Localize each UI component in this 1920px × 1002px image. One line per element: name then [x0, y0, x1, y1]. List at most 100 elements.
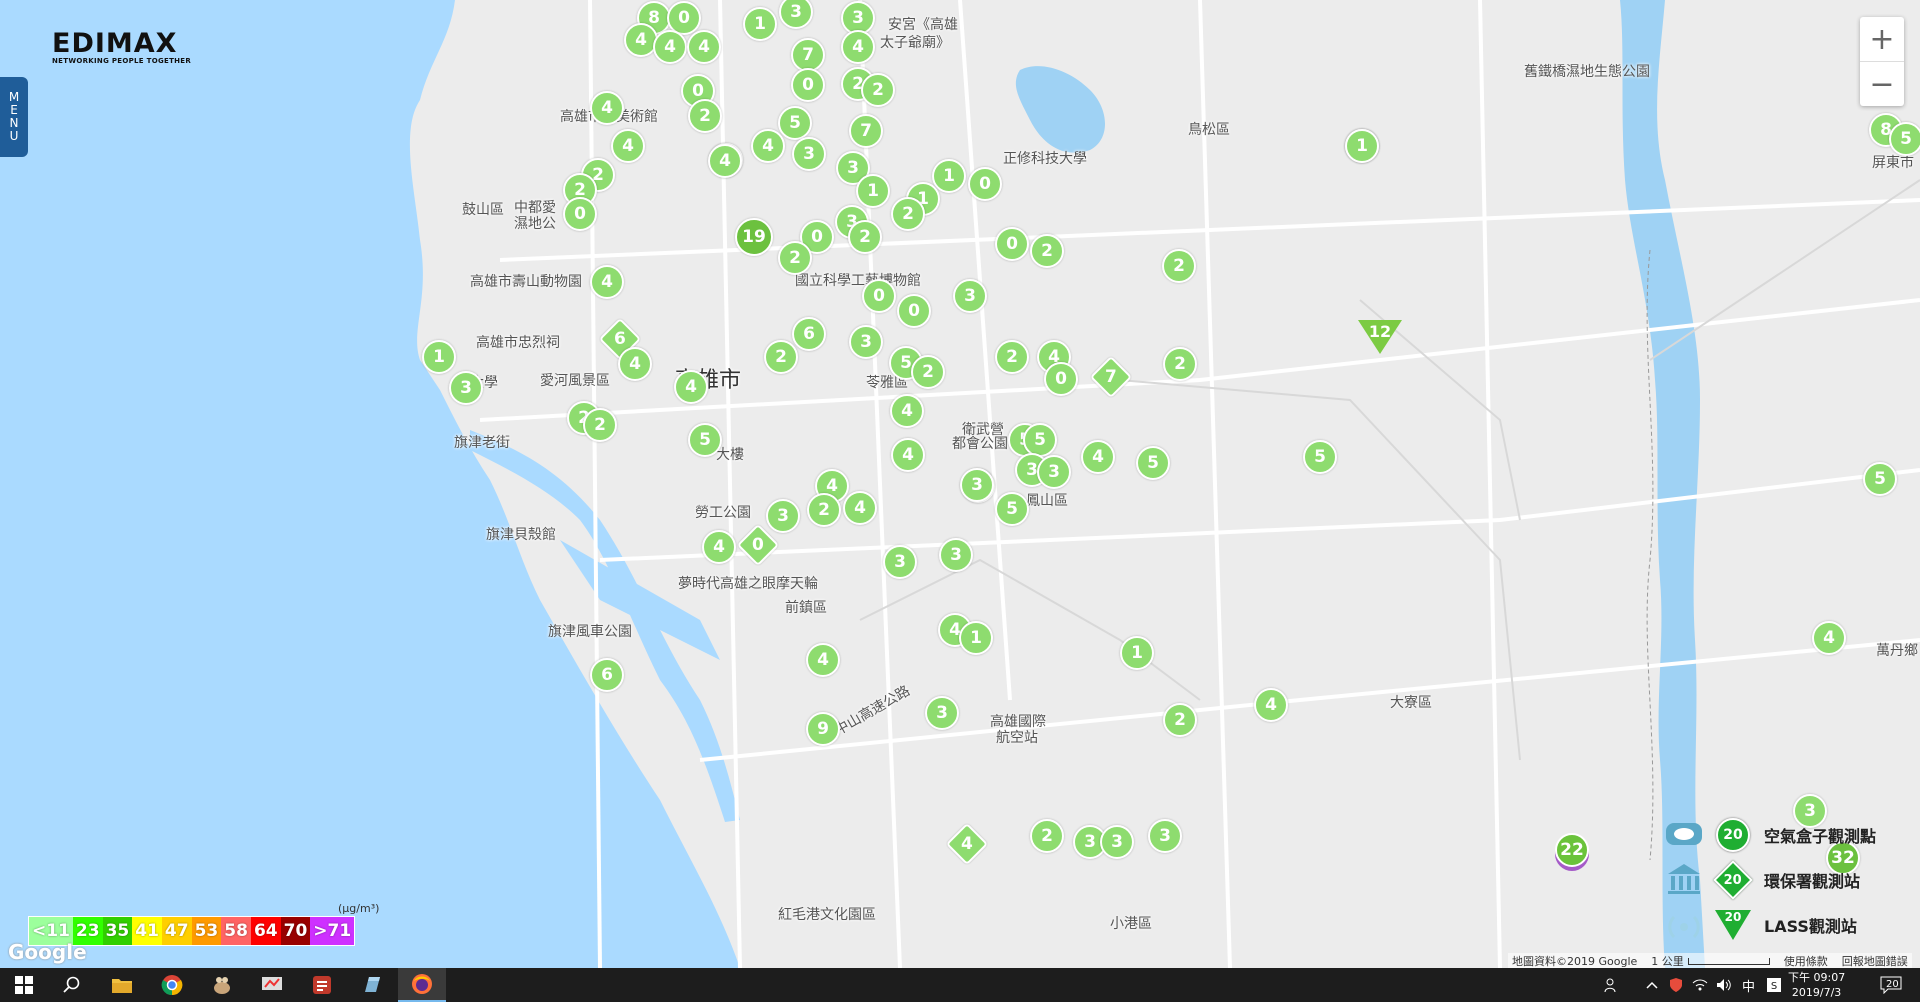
- sensor-marker[interactable]: 0: [897, 294, 931, 328]
- sensor-marker[interactable]: 2: [911, 355, 945, 389]
- sensor-marker[interactable]: 5: [1023, 423, 1057, 457]
- sensor-marker[interactable]: 3: [960, 468, 994, 502]
- sensor-marker[interactable]: 2: [1030, 234, 1064, 268]
- sensor-marker[interactable]: 1: [1345, 129, 1379, 163]
- sensor-marker[interactable]: 0: [563, 197, 597, 231]
- sensor-marker[interactable]: 4: [1812, 621, 1846, 655]
- sensor-marker[interactable]: 4: [841, 30, 875, 64]
- sensor-marker[interactable]: 2: [861, 73, 895, 107]
- sensor-marker[interactable]: 4: [708, 144, 742, 178]
- sensor-marker[interactable]: 5: [1889, 122, 1920, 156]
- sensor-marker[interactable]: 4: [687, 30, 721, 64]
- legend-label: LASS觀測站: [1764, 916, 1857, 936]
- sensor-marker[interactable]: 2: [764, 340, 798, 374]
- sensor-marker[interactable]: 3: [1100, 825, 1134, 859]
- sensor-marker[interactable]: 4: [1081, 440, 1115, 474]
- sensor-marker[interactable]: 0: [862, 279, 896, 313]
- sensor-marker[interactable]: 4: [890, 394, 924, 428]
- sensor-marker[interactable]: 5: [1136, 446, 1170, 480]
- sensor-marker[interactable]: 4: [1254, 688, 1288, 722]
- zoom-out-button[interactable]: −: [1860, 61, 1904, 106]
- people-icon[interactable]: [1604, 968, 1620, 1002]
- sensor-marker[interactable]: 4: [751, 129, 785, 163]
- sensor-marker[interactable]: 3: [939, 538, 973, 572]
- sensor-marker[interactable]: 4: [674, 370, 708, 404]
- sensor-marker[interactable]: 3: [925, 696, 959, 730]
- app-icon[interactable]: [298, 968, 346, 1002]
- map-canvas[interactable]: 高雄市 鼓山區 中都愛 濕地公 高雄市壽山動物園 高雄市忠烈祠 愛河風景區 旗津…: [0, 0, 1920, 968]
- sensor-marker[interactable]: 3: [953, 279, 987, 313]
- sensor-marker[interactable]: 3: [1037, 455, 1071, 489]
- language-icon[interactable]: S: [1766, 968, 1782, 1002]
- chrome-icon[interactable]: [148, 968, 196, 1002]
- sensor-marker[interactable]: 5: [778, 106, 812, 140]
- sensor-marker[interactable]: 2: [995, 340, 1029, 374]
- sensor-marker[interactable]: 4: [618, 347, 652, 381]
- sensor-marker[interactable]: 3: [449, 371, 483, 405]
- sensor-marker[interactable]: 2: [1030, 819, 1064, 853]
- sensor-marker[interactable]: 4: [702, 530, 736, 564]
- app-icon[interactable]: [248, 968, 296, 1002]
- wifi-icon[interactable]: [1692, 968, 1708, 1002]
- sensor-marker[interactable]: 5: [688, 423, 722, 457]
- system-clock[interactable]: 下午 09:07 2019/7/3: [1788, 970, 1845, 1000]
- sensor-marker[interactable]: 5: [1303, 440, 1337, 474]
- sensor-marker[interactable]: 9: [806, 712, 840, 746]
- file-explorer-icon[interactable]: [98, 968, 146, 1002]
- sensor-marker[interactable]: 1: [959, 621, 993, 655]
- sensor-marker[interactable]: 2: [1163, 703, 1197, 737]
- sensor-marker[interactable]: 2: [778, 241, 812, 275]
- sensor-marker[interactable]: 2: [688, 99, 722, 133]
- sensor-marker[interactable]: 3: [792, 137, 826, 171]
- sensor-marker[interactable]: 4: [611, 129, 645, 163]
- sensor-marker[interactable]: 19: [735, 218, 773, 256]
- notification-icon[interactable]: 20: [1880, 968, 1902, 1002]
- sensor-marker[interactable]: 4: [843, 491, 877, 525]
- report-error-link[interactable]: 回報地圖錯誤: [1842, 953, 1908, 969]
- sensor-marker[interactable]: 6: [590, 658, 624, 692]
- security-icon[interactable]: [1668, 968, 1684, 1002]
- app-icon[interactable]: [198, 968, 246, 1002]
- sensor-marker[interactable]: 0: [995, 227, 1029, 261]
- zoom-in-button[interactable]: +: [1860, 17, 1904, 61]
- sensor-marker[interactable]: 4: [806, 643, 840, 677]
- start-button[interactable]: [0, 968, 48, 1002]
- sensor-marker[interactable]: 5: [1863, 462, 1897, 496]
- sensor-marker[interactable]: 7: [849, 114, 883, 148]
- sensor-marker[interactable]: 6: [792, 317, 826, 351]
- sensor-marker[interactable]: 2: [1162, 249, 1196, 283]
- menu-button[interactable]: M E N U: [0, 77, 28, 157]
- sensor-marker[interactable]: 0: [968, 167, 1002, 201]
- sensor-marker[interactable]: 4: [653, 30, 687, 64]
- sensor-marker[interactable]: 3: [766, 499, 800, 533]
- sensor-marker[interactable]: 3: [883, 545, 917, 579]
- sensor-marker[interactable]: 22: [1555, 833, 1589, 867]
- sensor-marker[interactable]: 1: [743, 7, 777, 41]
- sensor-marker[interactable]: 4: [590, 265, 624, 299]
- sensor-marker[interactable]: 2: [891, 197, 925, 231]
- firefox-icon[interactable]: [398, 968, 446, 1002]
- volume-icon[interactable]: [1716, 968, 1732, 1002]
- sensor-marker[interactable]: 5: [995, 492, 1029, 526]
- chevron-up-icon[interactable]: [1646, 968, 1658, 1002]
- sensor-marker[interactable]: 1: [422, 340, 456, 374]
- lass-station-marker[interactable]: 12: [1358, 320, 1402, 354]
- sensor-marker[interactable]: 2: [807, 493, 841, 527]
- sensor-marker[interactable]: 0: [791, 68, 825, 102]
- ime-indicator[interactable]: 中: [1742, 968, 1755, 1002]
- sensor-marker[interactable]: 2: [583, 408, 617, 442]
- sensor-marker[interactable]: 2: [848, 220, 882, 254]
- sensor-marker[interactable]: 1: [932, 159, 966, 193]
- sensor-marker[interactable]: 1: [856, 174, 890, 208]
- search-icon[interactable]: [48, 968, 96, 1002]
- sensor-marker[interactable]: 3: [1148, 819, 1182, 853]
- sensor-marker[interactable]: 0: [1044, 362, 1078, 396]
- sensor-marker[interactable]: 1: [1120, 636, 1154, 670]
- app-icon[interactable]: [348, 968, 396, 1002]
- sensor-marker[interactable]: 3: [849, 325, 883, 359]
- sensor-marker[interactable]: 4: [590, 91, 624, 125]
- sensor-marker[interactable]: 2: [1163, 347, 1197, 381]
- terms-link[interactable]: 使用條款: [1784, 953, 1828, 969]
- sensor-marker[interactable]: 7: [791, 38, 825, 72]
- sensor-marker[interactable]: 4: [891, 438, 925, 472]
